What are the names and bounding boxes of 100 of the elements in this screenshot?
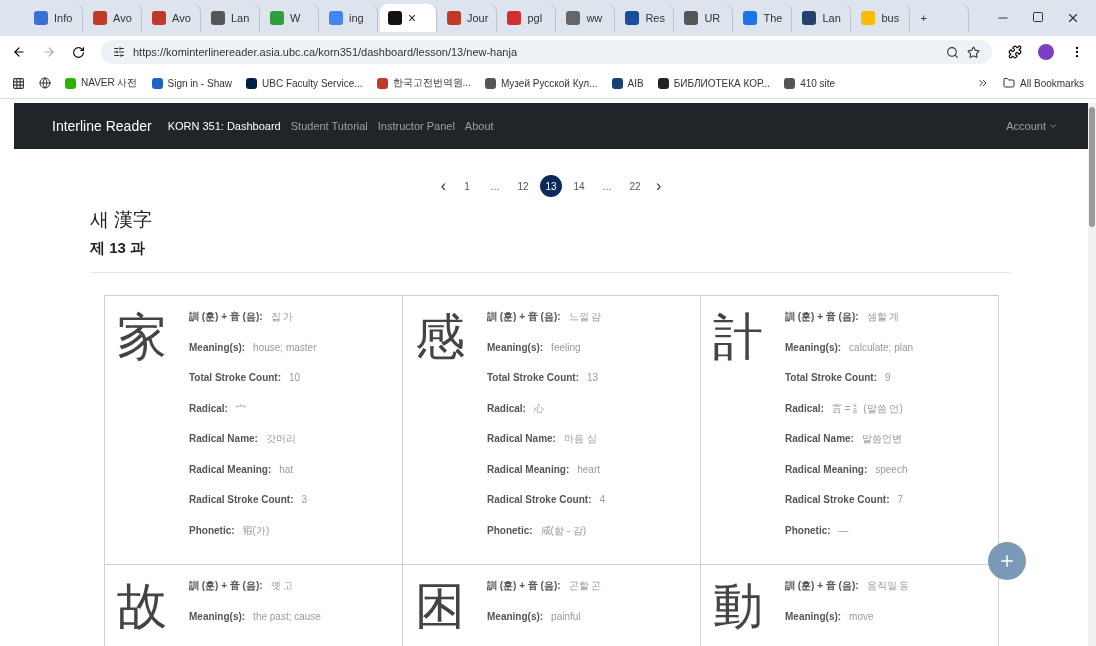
scrollbar-thumb[interactable] [1089,107,1095,227]
browser-tab[interactable]: The [735,4,793,32]
page-link[interactable]: … [596,175,618,197]
field-label: Phonetic: [785,524,831,536]
page-link[interactable]: 14 [568,175,590,197]
page-link[interactable]: 13 [540,175,562,197]
add-button[interactable] [988,542,1026,580]
close-icon[interactable] [1066,11,1080,25]
field-value: 집 가 [270,311,294,322]
field-value: 움직일 동 [866,580,910,591]
close-tab-button[interactable]: × [408,10,417,26]
bookmark-item[interactable]: Музей Русской Кул... [484,77,598,89]
browser-tab[interactable]: W [262,4,319,32]
previous-page-link[interactable]: ‹ [436,177,450,195]
field-value: 13 [587,372,599,383]
field-label: Total Stroke Count: [785,372,878,383]
field-value: hat [279,463,294,475]
bookmark-item[interactable]: 한국고전번역원... [376,76,471,90]
browser-tab[interactable]: bus [853,4,911,32]
field-label: Meaning(s): [189,341,246,353]
page-link[interactable]: 1 [456,175,478,197]
globe-icon[interactable] [39,77,51,89]
browser-tab[interactable]: ing [321,4,378,32]
browser-tab[interactable]: Lan [794,4,852,32]
field-value: 곤할 곤 [568,580,602,591]
page-link[interactable]: 12 [512,175,534,197]
browser-tab[interactable]: Avo [85,4,142,32]
nav-link[interactable]: About [464,120,494,132]
brand-link[interactable]: Interline Reader [52,118,152,134]
hanja-character: 動 [713,577,764,636]
hanja-character: 家 [117,308,168,367]
field-label: Meaning(s): [785,341,842,353]
field-value: house; master [253,341,317,353]
hanja-character: 計 [713,308,764,367]
field-value: 咸(함 - 감) [540,524,587,536]
back-icon[interactable] [12,45,26,59]
field-label: 訓 (훈) + 音 (음): [487,311,561,322]
browser-tab[interactable]: × [380,4,437,32]
all-bookmarks-item[interactable]: All Bookmarks [1003,77,1084,89]
bookmark-item[interactable]: Sign in - Shaw [151,77,232,89]
field-label: Radical Name: [189,433,258,444]
bookmark-item[interactable]: NAVER 사전 [65,76,138,90]
bookmark-item[interactable]: AIB [611,77,644,89]
bookmark-item[interactable]: UBC Faculty Service... [246,77,363,89]
field-value: heart [577,463,601,475]
field-label: Radical: [487,402,526,414]
field-value: 4 [599,494,606,505]
browser-tab[interactable]: pgl [499,4,557,32]
bookmark-star-icon[interactable] [967,45,980,59]
field-value: 말씀언변 [861,433,902,444]
apps-icon[interactable] [12,76,25,90]
field-label: Total Stroke Count: [487,372,580,383]
lesson-subtitle: 제 13 과 [90,239,147,258]
field-label: 訓 (훈) + 音 (음): [785,311,859,322]
extensions-icon[interactable] [1008,45,1022,59]
plus-icon [998,552,1016,570]
browser-tab[interactable]: UR [676,4,734,32]
field-value: 마음 심 [563,433,597,444]
reload-icon[interactable] [72,45,85,59]
field-label: Radical Name: [487,433,556,444]
browser-tab[interactable]: Avo [144,4,201,32]
field-label: Radical Stroke Count: [487,494,592,505]
url-text: https://kominterlinereader.asia.ubc.ca/korn351/dashboard/lesson/13/new-hanja [133,46,518,58]
browser-tab[interactable]: Lan [203,4,260,32]
field-label: Total Stroke Count: [189,372,282,383]
site-settings-icon[interactable] [113,46,125,58]
field-value: speech [875,463,908,475]
account-menu[interactable]: Account [1006,120,1058,132]
nav-link[interactable]: Student Tutorial [290,120,368,132]
field-label: Phonetic: [487,524,533,536]
field-label: Radical Meaning: [785,463,868,475]
caret-icon [1048,121,1058,131]
hanja-character: 困 [415,577,466,636]
field-label: Meaning(s): [487,341,544,353]
bookmark-item[interactable]: 410 site [784,77,836,89]
browser-tab[interactable]: ww [558,4,616,32]
field-value: 豭(가) [242,524,270,536]
nav-link[interactable]: KORN 351: Dashboard [167,120,281,132]
browser-tab[interactable]: Res [617,4,675,32]
field-label: 訓 (훈) + 音 (음): [785,580,859,591]
maximize-icon[interactable] [1032,11,1044,23]
next-page-link[interactable]: › [652,177,666,195]
field-value: 갓머리 [265,433,296,444]
field-value: painful [551,610,581,622]
browser-tab[interactable]: Jour [439,4,498,32]
address-field[interactable]: https://kominterlinereader.asia.ubc.ca/korn351/dashboard/lesson/13/new-hanja [101,40,992,64]
field-value: 9 [885,372,891,383]
profile-avatar[interactable] [1038,44,1054,60]
field-value: 宀 [235,402,246,414]
new-tab-button[interactable]: + [912,4,970,32]
nav-link[interactable]: Instructor Panel [377,120,455,132]
hanja-character: 感 [415,308,466,367]
field-label: Radical: [785,402,824,414]
bookmark-item[interactable]: БИБЛИОТЕКА КОР... [657,77,771,89]
page-link[interactable]: … [484,175,506,197]
field-label: Radical Meaning: [189,463,272,475]
page-link[interactable]: 22 [624,175,646,197]
search-icon[interactable] [946,45,959,59]
field-value: 心 [533,402,544,414]
browser-tab[interactable]: Info [26,4,83,32]
